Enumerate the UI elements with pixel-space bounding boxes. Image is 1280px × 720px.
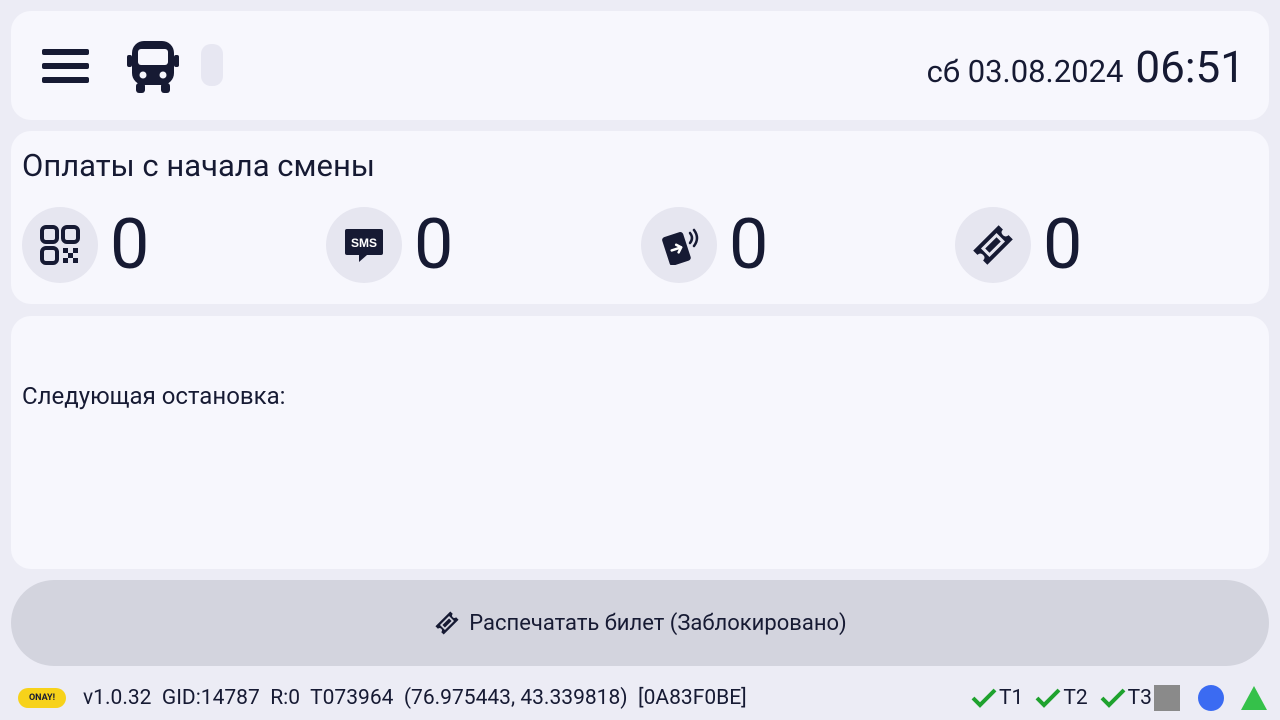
status-triangle-icon [1241, 686, 1267, 710]
status-square-icon [1154, 685, 1180, 711]
status-indicators: T1 T2 T3 [971, 684, 1268, 712]
payment-card: 0 [641, 207, 768, 283]
date-text: сб 03.08.2024 [926, 53, 1124, 90]
ticket-icon [433, 609, 461, 637]
check-icon [1100, 688, 1126, 708]
print-ticket-label: Распечатать билет (Заблокировано) [469, 610, 847, 636]
svg-text:SMS: SMS [351, 236, 377, 250]
status-circle-icon [1198, 685, 1224, 711]
ticket-icon [955, 207, 1031, 283]
onay-logo: ONAY! [18, 688, 66, 708]
coords-text: (76.975443, 43.339818) [403, 686, 628, 710]
datetime: сб 03.08.2024 06:51 [927, 41, 1245, 93]
hex-id-text: [0A83F0BE] [638, 686, 747, 710]
ticket-payment-count: 0 [1043, 204, 1083, 286]
sms-icon: SMS [326, 207, 402, 283]
indicator-t2-label: T2 [1063, 686, 1088, 710]
terminal-text: T073964 [310, 686, 394, 710]
indicator-t3: T3 [1100, 686, 1152, 710]
gid-text: GID:14787 [161, 686, 260, 710]
header-bar: сб 03.08.2024 06:51 [11, 11, 1269, 120]
version-text: v1.0.32 [83, 686, 152, 710]
indicator-t3-label: T3 [1127, 686, 1152, 710]
sms-payment-count: 0 [414, 204, 454, 286]
check-icon [971, 688, 997, 708]
route-indicator [201, 44, 223, 86]
payments-panel: Оплаты с начала смены 0 SMS 0 0 0 [11, 131, 1269, 304]
qr-code-icon [22, 207, 98, 283]
r-text: R:0 [270, 686, 301, 710]
payment-qr: 0 [22, 207, 149, 283]
payments-title: Оплаты с начала смены [22, 147, 375, 184]
check-icon [1035, 688, 1061, 708]
hamburger-menu-icon[interactable] [42, 49, 89, 83]
payment-ticket: 0 [955, 207, 1082, 283]
card-tap-icon [641, 207, 717, 283]
indicator-t1: T1 [971, 686, 1023, 710]
card-payment-count: 0 [729, 204, 769, 286]
status-bar: ONAY! v1.0.32 GID:14787 R:0 T073964 (76.… [0, 675, 1280, 720]
payment-sms: SMS 0 [326, 207, 453, 283]
time-text: 06:51 [1135, 41, 1245, 93]
next-stop-panel: Следующая остановка: [11, 316, 1269, 569]
bus-icon [126, 39, 180, 95]
indicator-t2: T2 [1035, 686, 1088, 710]
indicator-t1-label: T1 [998, 686, 1024, 710]
next-stop-label: Следующая остановка: [22, 382, 286, 410]
status-info: v1.0.32 GID:14787 R:0 T073964 (76.975443… [83, 686, 747, 710]
print-ticket-button[interactable]: Распечатать билет (Заблокировано) [11, 580, 1269, 666]
qr-payment-count: 0 [110, 204, 150, 286]
